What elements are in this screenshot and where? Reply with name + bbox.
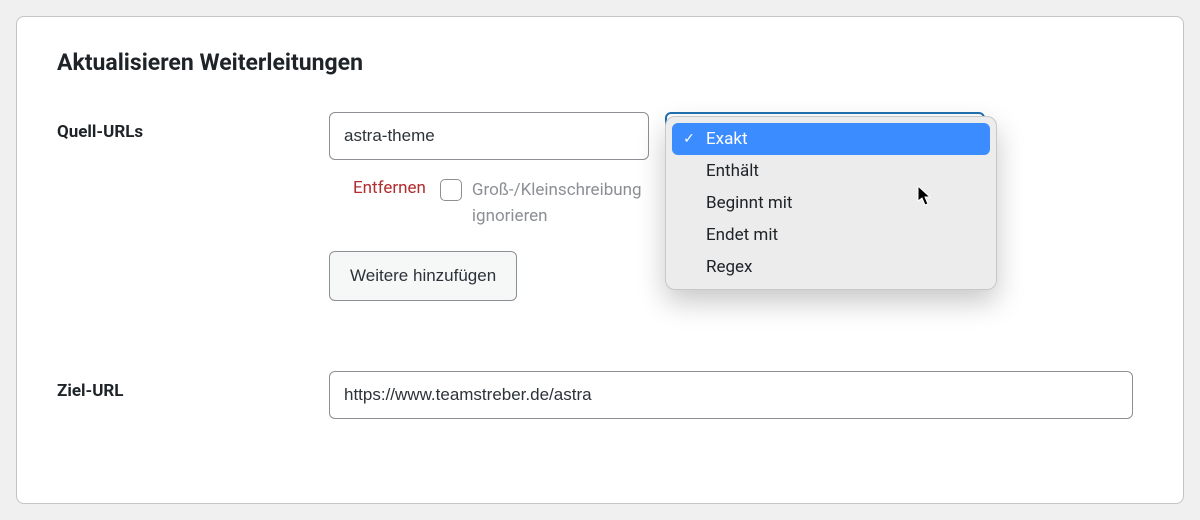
source-urls-label: Quell-URLs <box>57 112 329 142</box>
ignore-case-label: Groß-/Kleinschreibung ignorieren <box>472 178 682 229</box>
source-urls-row: Quell-URLs Exakt Enthält Beginnt mit <box>57 112 1143 301</box>
target-url-row: Ziel-URL <box>57 371 1143 419</box>
dropdown-option-label: Exakt <box>706 129 748 149</box>
dropdown-option-label: Endet mit <box>706 225 778 245</box>
ignore-case-checkbox[interactable] <box>440 179 462 201</box>
dropdown-option-exact[interactable]: Exakt <box>672 123 990 155</box>
ignore-case-wrap: Groß-/Kleinschreibung ignorieren <box>440 178 682 229</box>
add-more-button[interactable]: Weitere hinzufügen <box>329 251 517 301</box>
match-type-dropdown: Exakt Enthält Beginnt mit Endet mit Rege… <box>665 116 997 290</box>
settings-card: Aktualisieren Weiterleitungen Quell-URLs… <box>16 16 1184 504</box>
target-url-input[interactable] <box>329 371 1133 419</box>
dropdown-option-label: Beginnt mit <box>706 193 792 213</box>
page-title: Aktualisieren Weiterleitungen <box>57 49 1143 76</box>
remove-link[interactable]: Entfernen <box>353 178 426 198</box>
dropdown-option-contains[interactable]: Enthält <box>672 155 990 187</box>
dropdown-option-regex[interactable]: Regex <box>672 251 990 283</box>
check-icon <box>682 131 696 147</box>
dropdown-option-label: Regex <box>706 257 752 277</box>
dropdown-option-starts-with[interactable]: Beginnt mit <box>672 187 990 219</box>
dropdown-option-ends-with[interactable]: Endet mit <box>672 219 990 251</box>
source-url-input[interactable] <box>329 112 649 160</box>
dropdown-option-label: Enthält <box>706 161 759 181</box>
target-controls <box>329 371 1143 419</box>
target-url-label: Ziel-URL <box>57 371 329 401</box>
source-controls: Exakt Enthält Beginnt mit Endet mit Rege… <box>329 112 1143 301</box>
